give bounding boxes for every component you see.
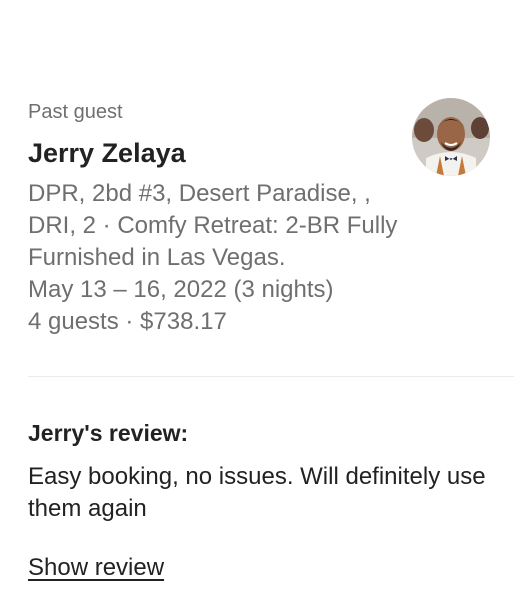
review-heading: Jerry's review: <box>28 420 189 446</box>
listing-line-2: DRI, 2 · Comfy Retreat: 2-BR Fully <box>28 212 398 239</box>
guest-status-label: Past guest <box>28 101 123 123</box>
show-review-link[interactable]: Show review <box>28 552 164 584</box>
listing-line-1: DPR, 2bd #3, Desert Paradise, , <box>28 180 371 207</box>
guest-header: Past guest Jerry Zelaya <box>28 98 498 190</box>
guests-and-price: 4 guests · $738.17 <box>28 308 227 335</box>
guest-review-page: Past guest Jerry Zelaya DPR, 2bd #3, Des… <box>0 0 520 598</box>
stay-dates: May 13 – 16, 2022 (3 nights) <box>28 276 334 303</box>
review-text: Easy booking, no issues. Will definitely… <box>28 463 486 522</box>
guest-name: Jerry Zelaya <box>28 138 186 168</box>
section-divider <box>28 376 514 377</box>
reservation-details: DPR, 2bd #3, Desert Paradise, , DRI, 2 ·… <box>28 178 488 338</box>
avatar-photo-icon <box>412 98 490 176</box>
listing-line-3: Furnished in Las Vegas. <box>28 244 286 271</box>
guest-avatar[interactable] <box>412 98 490 176</box>
